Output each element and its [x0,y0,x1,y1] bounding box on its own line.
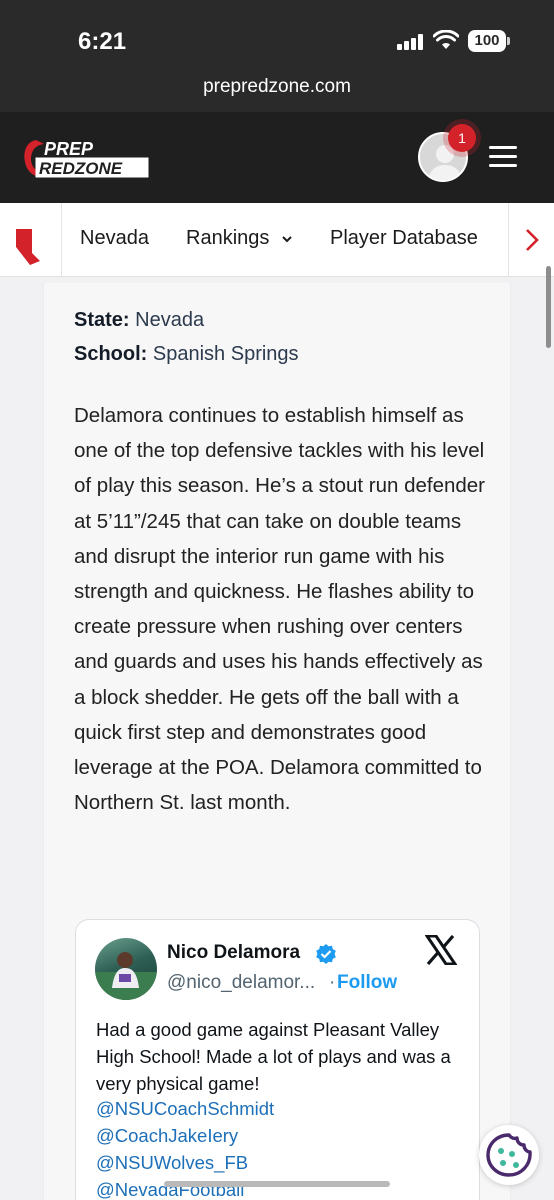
cellular-signal-icon [397,34,423,50]
tweet-author-handle[interactable]: @nico_delamor... [167,972,315,994]
chevron-down-icon [282,236,292,243]
home-indicator[interactable] [164,1181,390,1187]
browser-chrome: 6:21 100 prepredzone.com [0,0,554,112]
nav-item-nevada[interactable]: Nevada [80,227,149,250]
page-scrollbar[interactable] [546,266,551,348]
battery-indicator: 100 [468,30,506,52]
state-row: State: Nevada [74,309,204,332]
battery-tip [507,37,510,45]
state-label: State: [74,309,130,331]
tweet-mention-link[interactable]: @NSUWolves_FB [96,1152,248,1174]
tweet-separator: · [329,972,336,993]
school-label: School: [74,343,148,365]
nevada-state-icon[interactable] [0,203,62,277]
prep-redzone-logo[interactable]: PREP REDZONE [22,136,150,180]
cookie-settings-button[interactable] [479,1125,539,1185]
notification-badge[interactable]: 1 [448,124,476,152]
state-value: Nevada [135,309,205,331]
menu-icon[interactable] [489,146,517,168]
nav-divider [508,203,509,277]
section-nav: Nevada Rankings Player Database [0,203,554,277]
nav-item-rankings-label: Rankings [186,227,270,249]
site-header: PREP REDZONE [0,112,554,203]
logo-text-redzone: REDZONE [39,159,123,178]
logo-text-prep: PREP [44,139,94,159]
nav-item-player-database[interactable]: Player Database [330,227,478,250]
verified-badge-icon [316,944,336,964]
wifi-icon [433,30,459,49]
tweet-mention-link[interactable]: @NSUCoachSchmidt [96,1098,274,1120]
tweet-author-avatar[interactable] [95,938,157,1000]
address-bar-url[interactable]: prepredzone.com [0,76,554,98]
school-row: School: Spanish Springs [74,343,299,366]
follow-button[interactable]: Follow [337,972,397,994]
tweet-text: Had a good game against Pleasant Valley … [96,1019,451,1094]
cookie-icon [486,1133,532,1177]
x-logo-icon[interactable] [425,935,457,965]
tweet-author-name[interactable]: Nico Delamora [167,942,300,964]
status-time: 6:21 [78,28,127,55]
tweet-mention-link[interactable]: @CoachJakeIery [96,1125,238,1147]
article-body: Delamora continues to establish himself … [74,404,486,815]
school-value: Spanish Springs [152,343,299,365]
chevron-right-icon[interactable] [521,227,543,253]
nav-item-rankings[interactable]: Rankings [186,227,293,250]
